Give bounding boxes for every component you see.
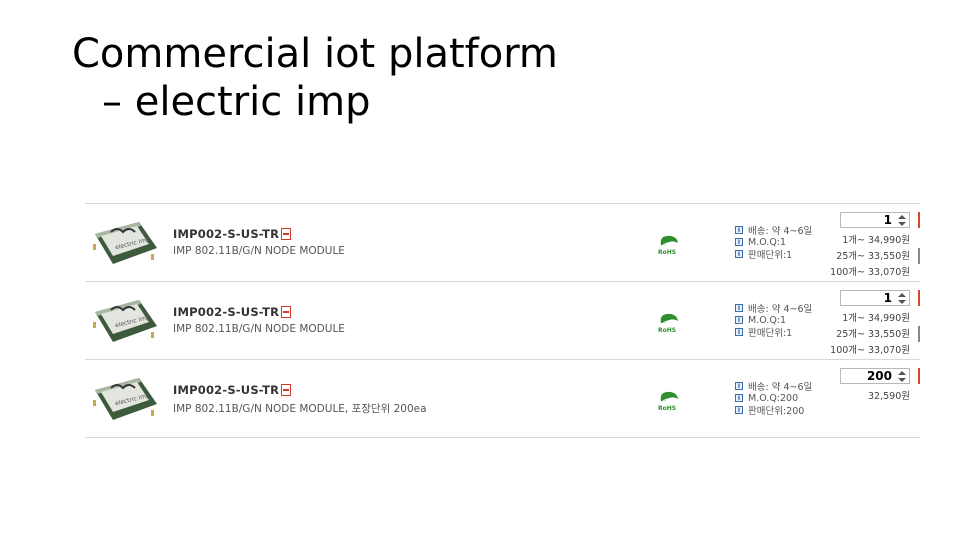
price-tier: 25개~ 33,550원 [836, 251, 910, 262]
svg-text:RoHS: RoHS [658, 249, 676, 255]
product-description: IMP 802.11B/G/N NODE MODULE [173, 245, 345, 257]
info-icon: i [735, 382, 743, 390]
product-row: electric imp IMP002-S-US-TR IMP 802.11B/… [85, 204, 920, 282]
product-name-text[interactable]: IMP002-S-US-TR [173, 305, 279, 319]
quantity-value[interactable]: 200 [867, 369, 892, 384]
info-line: i 판매단위:1 [735, 326, 812, 339]
price-tier: 32,590원 [868, 391, 910, 402]
product-table: electric imp IMP002-S-US-TR IMP 802.11B/… [85, 203, 920, 438]
info-icon: i [735, 316, 743, 324]
product-row: electric imp IMP002-S-US-TR IMP 802.11B/… [85, 360, 920, 438]
delivery-text: 배송: 약 4~6일 [748, 304, 813, 315]
product-description: IMP 802.11B/G/N NODE MODULE, 포장단위 200ea [173, 403, 427, 415]
spinner-arrows-icon[interactable] [896, 292, 907, 304]
info-line: i 배송: 약 4~6일 [735, 224, 813, 237]
moq-text: M.O.Q:1 [748, 236, 787, 248]
info-icon: i [735, 226, 743, 234]
module-thumbnail[interactable]: electric imp [91, 370, 159, 426]
price-tiers: 1개~ 34,990원 25개~ 33,550원 100개~ 33,070원 [830, 233, 910, 281]
shipping-info: i 배송: 약 4~6일 i M.O.Q:1 i 판매단위:1 [735, 224, 813, 261]
cart-button-edge[interactable] [918, 248, 920, 264]
title-line-1: Commercial iot platform [72, 31, 558, 77]
price-tier: 100개~ 33,070원 [830, 345, 910, 356]
info-icon: i [735, 238, 743, 246]
moq-text: M.O.Q:200 [748, 392, 799, 404]
datasheet-icon[interactable] [281, 384, 292, 396]
rohs-leaf-icon: RoHS [658, 313, 678, 333]
rohs-leaf-icon: RoHS [658, 235, 678, 255]
info-line: i 배송: 약 4~6일 [735, 380, 813, 393]
info-icon: i [735, 250, 743, 258]
info-icon: i [735, 394, 743, 402]
delivery-text: 배송: 약 4~6일 [748, 382, 813, 393]
quantity-value[interactable]: 1 [884, 291, 892, 306]
spinner-arrows-icon[interactable] [896, 214, 907, 226]
quantity-stepper[interactable]: 1 [840, 290, 910, 306]
info-icon: i [735, 328, 743, 336]
product-name[interactable]: IMP002-S-US-TR [173, 227, 292, 241]
price-tier: 25개~ 33,550원 [836, 329, 910, 340]
spinner-arrows-icon[interactable] [896, 370, 907, 382]
order-button-edge[interactable] [918, 290, 920, 306]
title-line-2: – electric imp [102, 79, 371, 125]
info-line: i 배송: 약 4~6일 [735, 302, 813, 315]
module-thumbnail[interactable]: electric imp [91, 214, 159, 270]
sales-unit-text: 판매단위:1 [748, 250, 793, 261]
info-line: i 판매단위:200 [735, 404, 812, 417]
info-icon: i [735, 406, 743, 414]
quantity-value[interactable]: 1 [884, 213, 892, 228]
cart-button-edge[interactable] [918, 326, 920, 342]
datasheet-icon[interactable] [281, 306, 292, 318]
product-name[interactable]: IMP002-S-US-TR [173, 305, 292, 319]
price-tiers: 32,590원 [868, 389, 910, 405]
svg-text:RoHS: RoHS [658, 327, 676, 333]
order-button-edge[interactable] [918, 368, 920, 384]
quantity-stepper[interactable]: 1 [840, 212, 910, 228]
price-tier: 1개~ 34,990원 [842, 313, 910, 324]
delivery-text: 배송: 약 4~6일 [748, 226, 813, 237]
order-button-edge[interactable] [918, 212, 920, 228]
shipping-info: i 배송: 약 4~6일 i M.O.Q:200 i 판매단위:200 [735, 380, 813, 417]
svg-text:RoHS: RoHS [658, 405, 676, 411]
rohs-leaf-icon: RoHS [658, 391, 678, 411]
product-row: electric imp IMP002-S-US-TR IMP 802.11B/… [85, 282, 920, 360]
info-icon: i [735, 304, 743, 312]
sales-unit-text: 판매단위:1 [748, 328, 793, 339]
info-line: i 판매단위:1 [735, 248, 812, 261]
moq-text: M.O.Q:1 [748, 314, 787, 326]
price-tier: 100개~ 33,070원 [830, 267, 910, 278]
price-tiers: 1개~ 34,990원 25개~ 33,550원 100개~ 33,070원 [830, 311, 910, 359]
price-tier: 1개~ 34,990원 [842, 235, 910, 246]
module-thumbnail[interactable]: electric imp [91, 292, 159, 348]
datasheet-icon[interactable] [281, 228, 292, 240]
product-name-text[interactable]: IMP002-S-US-TR [173, 383, 279, 397]
product-name[interactable]: IMP002-S-US-TR [173, 383, 292, 397]
product-description: IMP 802.11B/G/N NODE MODULE [173, 323, 345, 335]
quantity-stepper[interactable]: 200 [840, 368, 910, 384]
shipping-info: i 배송: 약 4~6일 i M.O.Q:1 i 판매단위:1 [735, 302, 813, 339]
slide-title: Commercial iot platform – electric imp [72, 30, 558, 126]
sales-unit-text: 판매단위:200 [748, 406, 805, 417]
product-name-text[interactable]: IMP002-S-US-TR [173, 227, 279, 241]
